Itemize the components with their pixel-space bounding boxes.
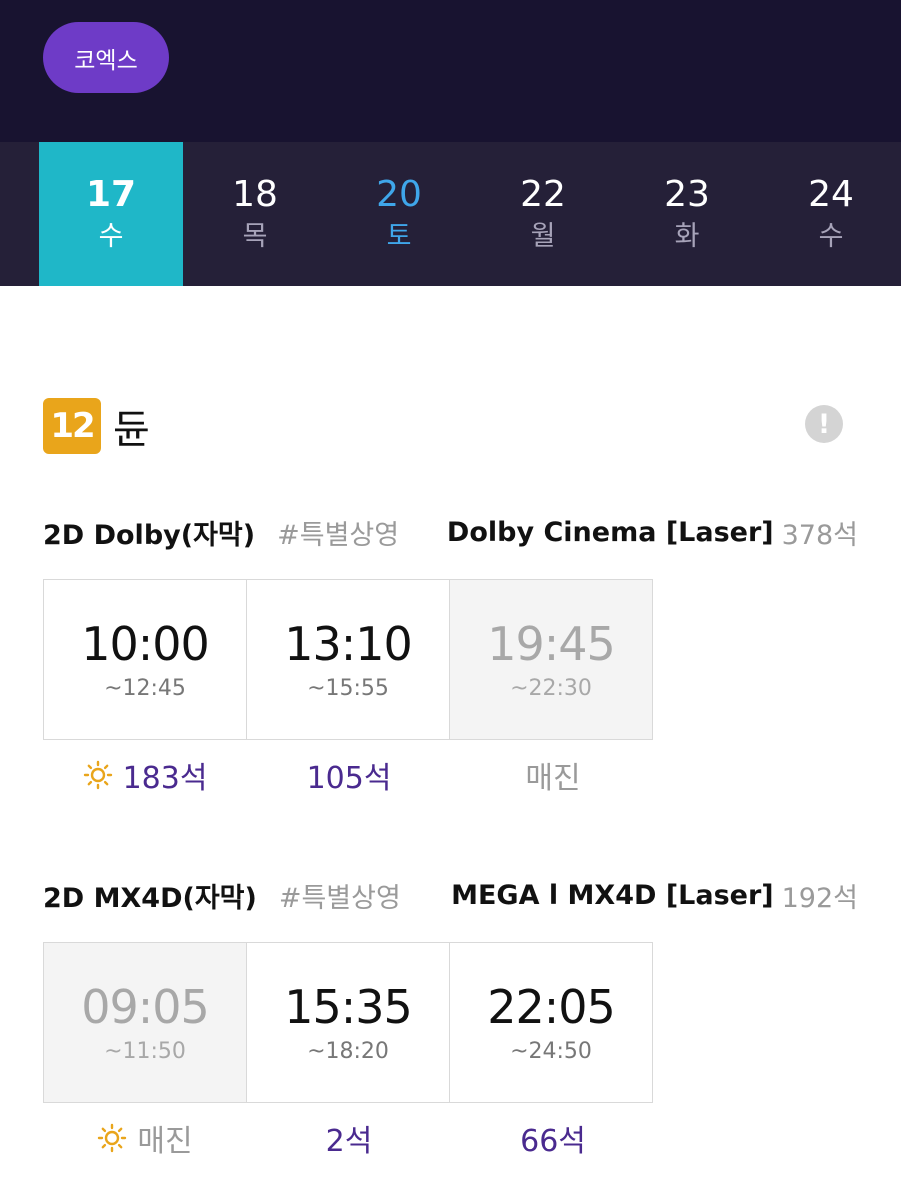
seat-availability: 183석 xyxy=(43,753,247,797)
date-number: 24 xyxy=(808,174,854,215)
showtime-slot[interactable]: 15:35 ~18:20 xyxy=(246,942,450,1103)
date-tab-24[interactable]: 24 수 xyxy=(759,142,901,286)
date-number: 18 xyxy=(232,174,278,215)
date-weekday: 토 xyxy=(386,221,412,252)
showtime-start: 09:05 xyxy=(81,980,210,1034)
seats-remaining: 183석 xyxy=(122,761,208,796)
date-weekday: 월 xyxy=(530,221,556,252)
format-name: 2D MX4D(자막) xyxy=(43,882,257,914)
theater-selector-button[interactable]: 코엑스 xyxy=(43,22,169,93)
soldout-label: 매진 xyxy=(137,1124,193,1159)
format-tag: #특별상영 xyxy=(277,519,400,551)
showtime-slot[interactable]: 10:00 ~12:45 xyxy=(43,579,247,740)
showtime-start: 13:10 xyxy=(284,617,413,671)
movie-header: 12 듄 xyxy=(43,397,150,455)
seat-availability: 매진 xyxy=(43,1116,247,1160)
showtime-slot[interactable]: 22:05 ~24:50 xyxy=(449,942,653,1103)
date-number: 23 xyxy=(664,174,710,215)
date-weekday: 수 xyxy=(98,221,124,252)
showtime-grid: 10:00 ~12:45 13:10 ~15:55 19:45 ~22:30 xyxy=(43,579,655,740)
showtime-end: ~22:30 xyxy=(510,676,592,701)
date-tab-22[interactable]: 22 월 xyxy=(471,142,615,286)
seat-availability: 105석 xyxy=(247,753,451,797)
date-number: 17 xyxy=(85,174,137,215)
date-selector: 17 수 18 목 20 토 22 월 23 화 24 수 xyxy=(0,142,901,286)
movie-title[interactable]: 듄 xyxy=(113,397,150,455)
format-name: 2D Dolby(자막) xyxy=(43,519,256,551)
showtime-end: ~24:50 xyxy=(510,1039,592,1064)
screen-total-seats: 192석 xyxy=(781,882,858,914)
info-icon[interactable]: ! xyxy=(805,405,843,443)
date-weekday: 화 xyxy=(674,221,700,252)
showtime-grid: 09:05 ~11:50 15:35 ~18:20 22:05 ~24:50 xyxy=(43,942,655,1103)
seat-availability: 매진 xyxy=(451,753,655,797)
format-tag: #특별상영 xyxy=(278,882,401,914)
seats-remaining: 105석 xyxy=(306,761,392,796)
screen-name: MEGA l MX4D [Laser] xyxy=(451,879,774,911)
showtime-slot-soldout: 09:05 ~11:50 xyxy=(43,942,247,1103)
date-weekday: 목 xyxy=(242,221,268,252)
showtime-start: 10:00 xyxy=(81,617,210,671)
showtime-slot[interactable]: 13:10 ~15:55 xyxy=(246,579,450,740)
showtime-start: 19:45 xyxy=(487,617,616,671)
seat-availability-row: 183석 105석 매진 xyxy=(43,753,655,797)
date-tab-23[interactable]: 23 화 xyxy=(615,142,759,286)
format-header: 2D MX4D(자막) #특별상영 MEGA l MX4D [Laser] 19… xyxy=(43,875,858,915)
seat-availability: 2석 xyxy=(247,1116,451,1160)
seats-remaining: 66석 xyxy=(520,1124,586,1159)
showtime-end: ~11:50 xyxy=(104,1039,186,1064)
date-tab-17[interactable]: 17 수 xyxy=(39,142,183,286)
sun-icon xyxy=(83,760,112,790)
date-number: 20 xyxy=(376,174,422,215)
showtime-end: ~15:55 xyxy=(307,676,389,701)
showtime-slot-soldout: 19:45 ~22:30 xyxy=(449,579,653,740)
sun-icon xyxy=(98,1123,127,1153)
seat-availability-row: 매진 2석 66석 xyxy=(43,1116,655,1160)
seat-availability: 66석 xyxy=(451,1116,655,1160)
screen-name: Dolby Cinema [Laser] xyxy=(446,516,774,548)
seats-remaining: 2석 xyxy=(325,1124,373,1159)
age-rating-badge: 12 xyxy=(43,398,101,454)
date-weekday: 수 xyxy=(818,221,844,252)
showtime-start: 22:05 xyxy=(487,980,616,1034)
date-number: 22 xyxy=(520,174,566,215)
format-header: 2D Dolby(자막) #특별상영 Dolby Cinema [Laser] … xyxy=(43,512,858,552)
showtime-start: 15:35 xyxy=(284,980,413,1034)
screen-total-seats: 378석 xyxy=(781,519,858,551)
date-tab-20[interactable]: 20 토 xyxy=(327,142,471,286)
date-tab-18[interactable]: 18 목 xyxy=(183,142,327,286)
showtime-end: ~12:45 xyxy=(104,676,186,701)
soldout-label: 매진 xyxy=(525,761,581,796)
showtime-end: ~18:20 xyxy=(307,1039,389,1064)
app-header: 코엑스 xyxy=(0,0,901,142)
